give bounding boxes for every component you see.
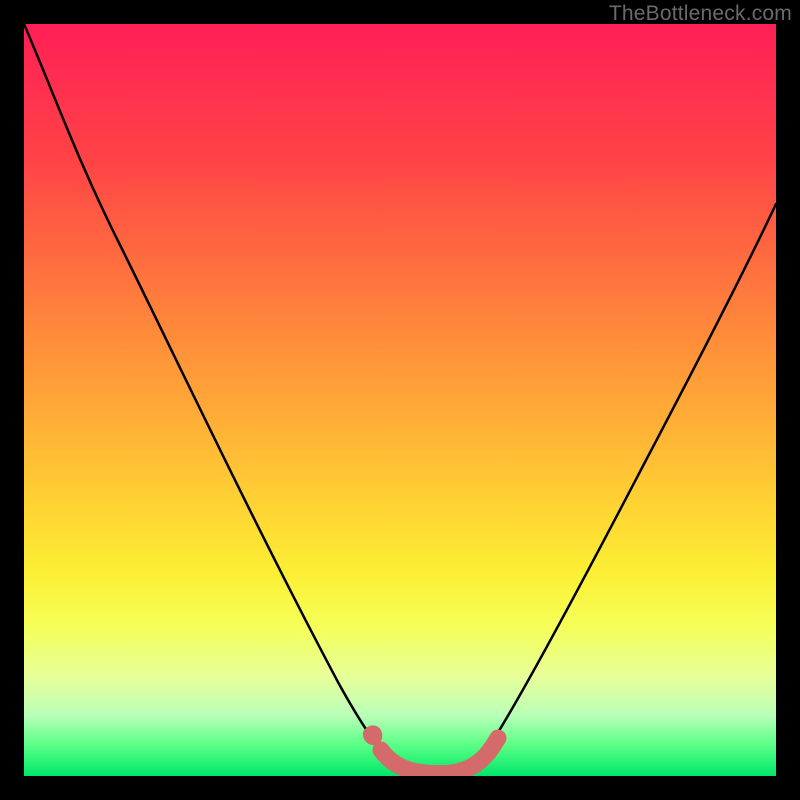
chart-frame: TheBottleneck.com [0,0,800,800]
watermark-text: TheBottleneck.com [609,2,792,26]
bottleneck-curve [24,24,776,774]
optimal-zone-dot [367,729,378,741]
optimal-zone [381,738,498,774]
plot-area [24,24,776,776]
curve-layer [24,24,776,776]
